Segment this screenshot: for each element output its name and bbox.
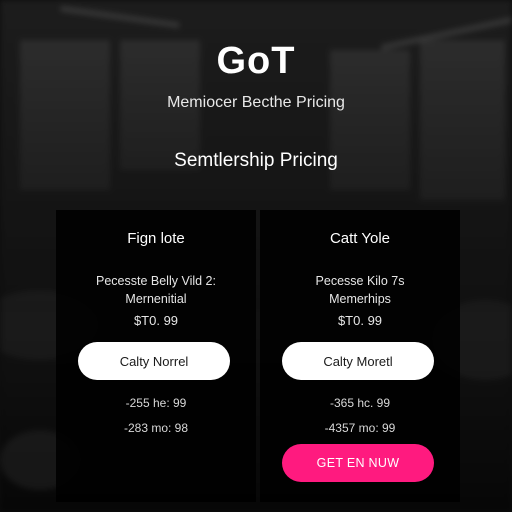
plan-name: Fign lote xyxy=(127,230,185,247)
plan-description-line1: Pecesse Kilo 7s xyxy=(315,274,405,288)
plan-description-line2: Memerhips xyxy=(329,292,391,306)
plan-description-line2: Mernenitial xyxy=(125,292,187,306)
plan-description-line1: Pecesste Belly Vild 2: xyxy=(96,274,216,288)
plan-name: Catt Yole xyxy=(329,230,391,247)
plan-card-premium: Catt Yole Pecesse Kilo 7s Memerhips $T0.… xyxy=(260,210,460,502)
plan-price: $T0. 99 xyxy=(337,313,383,328)
brand-logo: GoT xyxy=(216,40,296,82)
plan-card-basic: Fign lote Pecesste Belly Vild 2: Merneni… xyxy=(56,210,256,502)
select-plan-button[interactable]: Calty Moretl xyxy=(282,342,434,380)
get-it-now-button[interactable]: GET EN NUW xyxy=(282,444,434,482)
pricing-page: GoT Memiocer Becthe Pricing Semtlership … xyxy=(0,0,512,512)
plan-detail-line1: -255 he: 99 xyxy=(125,396,187,410)
plan-detail-line1: -365 hc. 99 xyxy=(329,396,391,410)
plan-detail-line2: -4357 mo: 99 xyxy=(324,421,396,435)
section-title: Semtlership Pricing xyxy=(174,150,338,171)
plan-price: $T0. 99 xyxy=(133,313,179,328)
page-tagline: Memiocer Becthe Pricing xyxy=(167,94,345,111)
plan-detail-line2: -283 mo: 98 xyxy=(123,421,189,435)
select-plan-button[interactable]: Calty Norrel xyxy=(78,342,230,380)
